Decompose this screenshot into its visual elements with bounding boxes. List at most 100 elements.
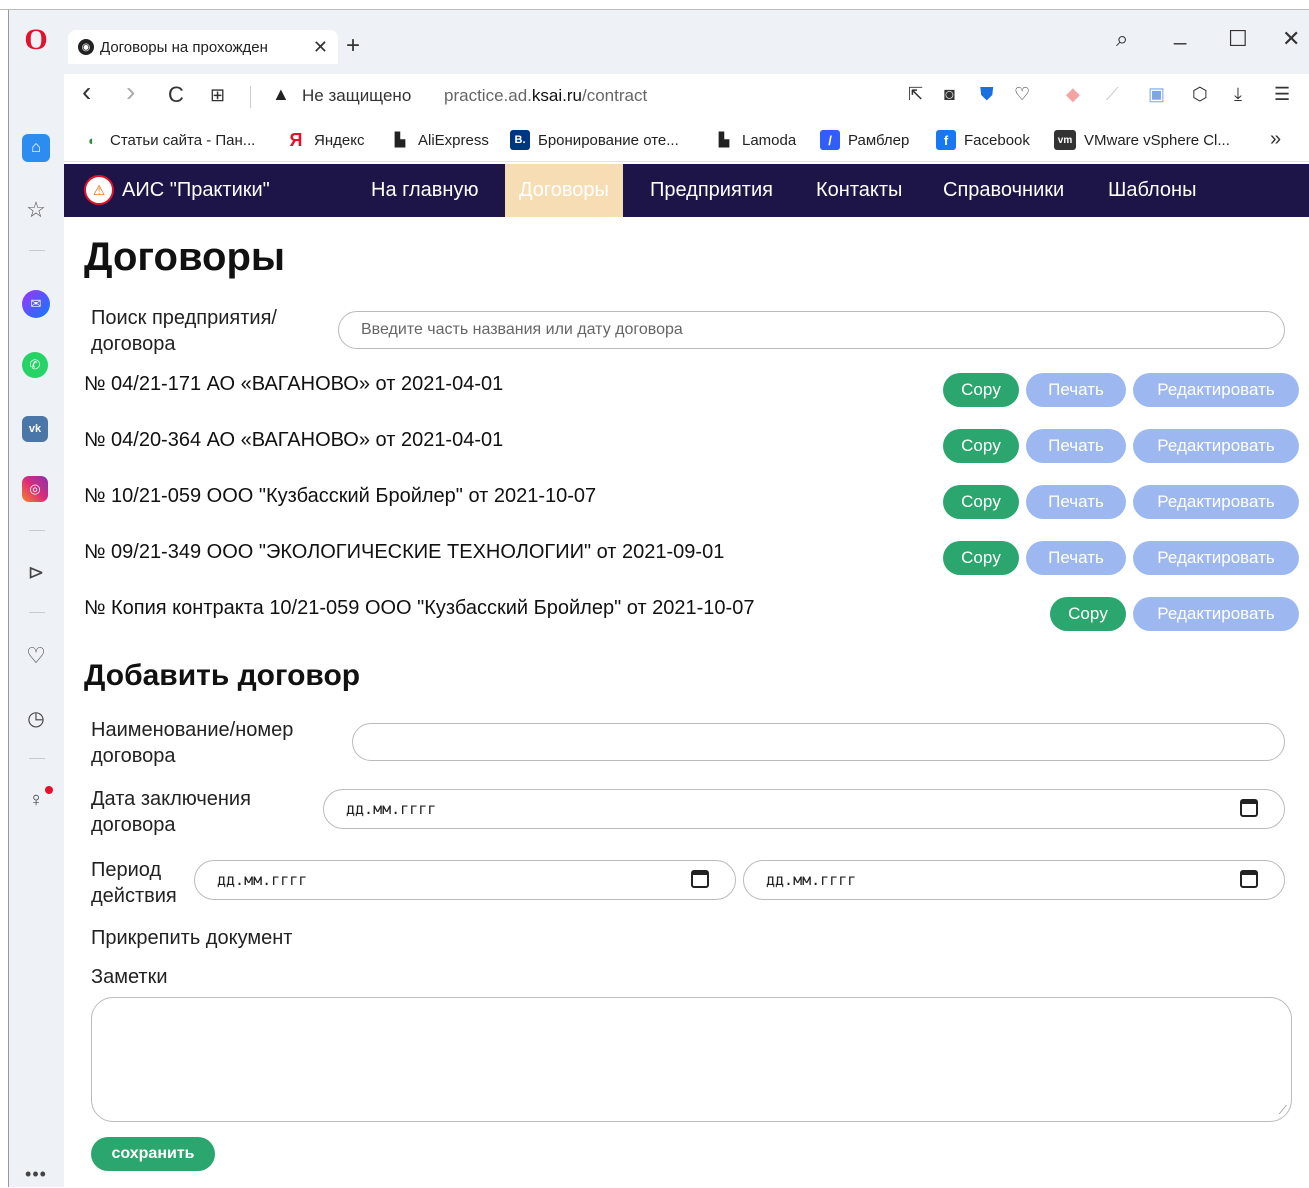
url-host: ksai.ru bbox=[531, 86, 582, 105]
edit-button[interactable]: Редактировать bbox=[1133, 373, 1299, 407]
bookmark-item[interactable]: ▙ Lamoda bbox=[714, 130, 796, 150]
bookmark-item[interactable]: ▙ AliExpress bbox=[390, 130, 489, 150]
heart-icon[interactable]: ♡ bbox=[22, 642, 50, 670]
search-input[interactable] bbox=[338, 311, 1285, 349]
sidebar-divider bbox=[29, 530, 45, 531]
bookmark-label: Яндекс bbox=[314, 131, 365, 149]
contract-row: № 09/21-349 ООО "ЭКОЛОГИЧЕСКИЕ ТЕХНОЛОГИ… bbox=[84, 535, 1299, 575]
shield-icon[interactable]: ⛊ bbox=[980, 84, 994, 105]
bookmark-item[interactable]: / Рамблер bbox=[820, 130, 909, 150]
edit-button[interactable]: Редактировать bbox=[1133, 429, 1299, 463]
nav-home[interactable]: На главную bbox=[357, 164, 492, 217]
contract-title: № 04/21-171 АО «ВАГАНОВО» от 2021-04-01 bbox=[84, 373, 504, 395]
history-clock-icon[interactable]: ◷ bbox=[22, 704, 50, 732]
tab-close-icon[interactable]: ✕ bbox=[313, 37, 328, 58]
maximize-icon[interactable]: ☐ bbox=[1228, 26, 1248, 52]
contract-name-input[interactable] bbox=[352, 723, 1285, 761]
contract-row: № 04/21-171 АО «ВАГАНОВО» от 2021-04-01 … bbox=[84, 367, 1299, 407]
camera-icon[interactable]: ◙ bbox=[944, 84, 955, 105]
bookmark-label: Facebook bbox=[964, 131, 1030, 149]
period-from-placeholder: дд.мм.гггг bbox=[217, 871, 308, 889]
copy-button[interactable]: Copy bbox=[943, 373, 1019, 407]
print-button[interactable]: Печать bbox=[1026, 541, 1126, 575]
copy-button[interactable]: Copy bbox=[943, 429, 1019, 463]
attach-document-label[interactable]: Прикрепить документ bbox=[91, 925, 292, 951]
url-field[interactable]: practice.ad.ksai.ru/contract bbox=[444, 86, 647, 106]
notes-textarea[interactable]: ⟋ bbox=[91, 997, 1292, 1122]
calendar-icon[interactable] bbox=[1240, 870, 1258, 888]
speed-dial-grid-icon[interactable]: ⊞ bbox=[210, 85, 225, 106]
heart-icon[interactable]: ♡ bbox=[1014, 84, 1030, 105]
nav-contacts[interactable]: Контакты bbox=[802, 164, 916, 217]
easy-setup-icon[interactable]: ☰ bbox=[1274, 84, 1290, 105]
bookmark-label: Рамблер bbox=[848, 131, 910, 149]
extension-vpn-icon[interactable]: ▣ bbox=[1148, 84, 1165, 105]
nav-templates[interactable]: Шаблоны bbox=[1094, 164, 1210, 217]
bookmark-item[interactable]: ◐ Статьи сайта - Пан... bbox=[82, 130, 255, 150]
reload-icon[interactable]: C bbox=[168, 82, 184, 108]
home-icon[interactable]: ⌂ bbox=[22, 134, 50, 162]
save-button[interactable]: сохранить bbox=[91, 1137, 215, 1171]
search-label: Поиск предприятия/ договора bbox=[91, 307, 277, 355]
calendar-icon[interactable] bbox=[691, 870, 709, 888]
nav-references[interactable]: Справочники bbox=[929, 164, 1078, 217]
nav-contracts[interactable]: Договоры bbox=[505, 164, 623, 217]
copy-button[interactable]: Copy bbox=[943, 541, 1019, 575]
bookmark-label: Бронирование оте... bbox=[538, 131, 679, 149]
player-icon[interactable]: ⊳ bbox=[22, 558, 50, 586]
contract-title: № 10/21-059 ООО "Кузбасский Бройлер" от … bbox=[84, 485, 597, 507]
minimize-icon[interactable]: _ bbox=[1174, 20, 1186, 46]
nav-enterprises[interactable]: Предприятия bbox=[636, 164, 787, 217]
share-icon[interactable]: ⇱ bbox=[908, 84, 923, 105]
bookmark-item[interactable]: vm VMware vSphere Cl... bbox=[1054, 130, 1230, 150]
bookmark-item[interactable]: Я Яндекс bbox=[286, 130, 365, 150]
extensions-box-icon[interactable]: ⬡ bbox=[1192, 84, 1208, 105]
bookmark-favicon-icon: ◐ bbox=[88, 132, 96, 148]
opera-sidebar: O ⌂ ☆ ✉ ✆ vk ◎ ⊳ ♡ ◷ ♀ ••• bbox=[8, 10, 64, 1187]
copy-button[interactable]: Copy bbox=[1050, 597, 1126, 631]
print-button[interactable]: Печать bbox=[1026, 373, 1126, 407]
site-brand[interactable]: ⚠ АИС "Практики" bbox=[84, 175, 270, 205]
search-tabs-icon[interactable]: ⌕ bbox=[1116, 26, 1128, 52]
tab-contracts[interactable]: ◉ Договоры на прохожден ✕ bbox=[68, 30, 338, 64]
forward-icon[interactable]: › bbox=[126, 76, 135, 108]
copy-button[interactable]: Copy bbox=[943, 485, 1019, 519]
back-icon[interactable]: ‹ bbox=[82, 76, 91, 108]
tab-bar: ◉ Договоры на прохожден ✕ + ⌕ _ ☐ ✕ bbox=[64, 10, 1309, 74]
edit-button[interactable]: Редактировать bbox=[1133, 485, 1299, 519]
calendar-icon[interactable] bbox=[1240, 799, 1258, 817]
print-button[interactable]: Печать bbox=[1026, 429, 1126, 463]
bookmark-item[interactable]: f Facebook bbox=[936, 130, 1030, 150]
contract-name-label: Наименование/номер договора bbox=[91, 719, 294, 767]
contract-date-input[interactable]: дд.мм.гггг bbox=[323, 789, 1285, 829]
bookmark-label: Статьи сайта - Пан... bbox=[110, 131, 256, 149]
edit-button[interactable]: Редактировать bbox=[1133, 597, 1299, 631]
extension-chart-icon[interactable]: ⟋ bbox=[1106, 84, 1119, 105]
contract-date-label: Дата заключения договора bbox=[91, 788, 251, 836]
messenger-icon[interactable]: ✉ bbox=[22, 290, 50, 318]
extension-cube-icon[interactable]: ◆ bbox=[1066, 84, 1080, 105]
period-from-input[interactable]: дд.мм.гггг bbox=[194, 860, 736, 900]
booking-icon: B. bbox=[510, 130, 530, 150]
warning-icon[interactable]: ▲ bbox=[272, 84, 290, 105]
period-to-input[interactable]: дд.мм.гггг bbox=[743, 860, 1285, 900]
whatsapp-icon[interactable]: ✆ bbox=[22, 352, 48, 378]
print-button[interactable]: Печать bbox=[1026, 485, 1126, 519]
bookmarks-more-icon[interactable]: » bbox=[1270, 128, 1281, 151]
vk-icon[interactable]: vk bbox=[22, 416, 48, 442]
close-window-icon[interactable]: ✕ bbox=[1282, 26, 1300, 52]
bookmark-item[interactable]: B. Бронирование оте... bbox=[510, 130, 679, 150]
vmware-icon: vm bbox=[1054, 130, 1076, 150]
download-icon[interactable]: ⤓ bbox=[1234, 84, 1242, 105]
more-icon[interactable]: ••• bbox=[22, 1160, 50, 1188]
bookmark-label: VMware vSphere Cl... bbox=[1084, 131, 1230, 149]
star-icon[interactable]: ☆ bbox=[22, 196, 50, 224]
address-divider bbox=[250, 86, 251, 108]
new-tab-button[interactable]: + bbox=[346, 32, 360, 60]
resize-handle-icon[interactable]: ⟋ bbox=[1279, 1103, 1287, 1118]
edit-button[interactable]: Редактировать bbox=[1133, 541, 1299, 575]
opera-logo-icon[interactable]: O bbox=[22, 23, 50, 56]
instagram-icon[interactable]: ◎ bbox=[22, 476, 48, 502]
contract-title: № 04/20-364 АО «ВАГАНОВО» от 2021-04-01 bbox=[84, 429, 504, 451]
not-secure-label[interactable]: Не защищено bbox=[302, 86, 411, 106]
